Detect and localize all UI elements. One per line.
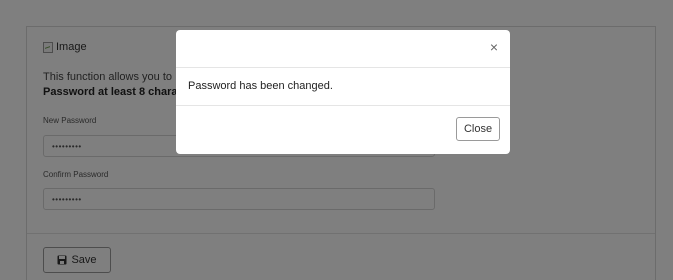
- close-icon[interactable]: ×: [490, 40, 498, 54]
- modal-message: Password has been changed.: [188, 80, 333, 92]
- password-changed-dialog: × Password has been changed. Close: [176, 30, 510, 154]
- close-button[interactable]: Close: [456, 117, 500, 141]
- modal-header-divider: [176, 67, 510, 68]
- modal-footer-divider: [176, 105, 510, 106]
